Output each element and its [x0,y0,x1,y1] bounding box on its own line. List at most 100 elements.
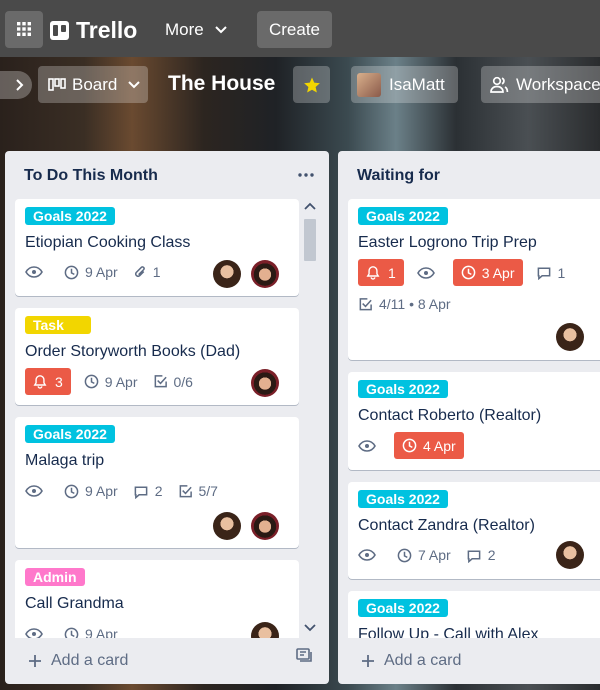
member-avatar[interactable] [556,323,584,351]
board-view-switcher[interactable]: Board [38,66,148,103]
bell-icon [366,266,380,280]
due-date-badge[interactable]: 9 Apr [64,483,118,499]
watching-badge [25,485,49,497]
card[interactable]: Goals 2022 Contact Roberto (Realtor) 4 A… [348,372,600,470]
card-label[interactable]: Task [25,316,91,334]
card-label[interactable]: Goals 2022 [25,207,115,225]
chevron-down-icon [128,80,141,88]
workspace-visibility-button[interactable]: Workspace [481,66,600,103]
card-label[interactable]: Goals 2022 [25,425,115,443]
list-waiting-for: Waiting for Goals 2022 Easter Logrono Tr… [338,151,600,684]
due-date-badge[interactable]: 9 Apr [64,626,118,638]
card-label[interactable]: Goals 2022 [358,380,448,398]
card-title: Call Grandma [25,595,124,612]
card[interactable]: Goals 2022 Contact Zandra (Realtor) 7 Ap… [348,482,600,579]
comments-badge: 2 [466,547,496,563]
attachments-count: 1 [152,264,161,280]
clock-icon [64,484,79,498]
checkbox-icon [154,375,167,388]
notifications-badge[interactable]: 1 [358,259,404,286]
member-avatar[interactable] [251,622,279,638]
list-menu-button[interactable] [297,165,315,183]
card-badges: 1 3 Apr 1 [358,259,580,286]
due-date-badge[interactable]: 7 Apr [397,547,451,563]
eye-icon [358,549,376,561]
comments-count: 1 [557,264,566,281]
board-view-label: Board [72,74,118,94]
template-icon [296,648,312,662]
due-date-badge[interactable]: 9 Apr [64,264,118,280]
chevron-down-icon [215,26,227,34]
notifications-badge[interactable]: 3 [25,368,71,395]
member-avatar[interactable] [556,541,584,569]
add-card-button[interactable]: Add a card [360,652,461,670]
plus-icon [29,655,41,667]
card-list: Goals 2022 Easter Logrono Trip Prep 1 3 … [338,197,600,638]
overdue-date-badge[interactable]: 3 Apr [452,259,523,286]
card[interactable]: Task Order Storyworth Books (Dad) 3 9 Ap… [15,308,299,405]
card[interactable]: Goals 2022 Malaga trip 9 Apr 2 5/7 [15,417,299,548]
clock-icon [461,265,476,280]
comment-icon [134,486,148,499]
card-badges: 3 9 Apr 0/6 [25,368,208,395]
checkbox-icon [359,297,372,310]
clock-icon [84,374,99,389]
card-label[interactable]: Goals 2022 [358,207,448,225]
card[interactable]: Goals 2022 Easter Logrono Trip Prep 1 3 … [348,199,600,360]
clock-icon [402,438,417,453]
card-title: Contact Roberto (Realtor) [358,407,542,424]
add-card-label: Add a card [51,652,129,669]
workspace-member-button[interactable]: IsaMatt [351,66,458,103]
more-menu-button[interactable]: More [165,20,228,40]
due-date-text: 7 Apr [418,547,451,563]
overdue-date-badge[interactable]: 4 Apr [394,432,464,459]
card[interactable]: Admin Call Grandma 9 Apr [15,560,299,638]
clock-icon [397,548,412,562]
eye-icon [25,485,43,497]
list-title[interactable]: Waiting for [357,167,440,185]
create-from-template-button[interactable] [295,647,313,668]
app-switcher-button[interactable] [5,11,43,48]
top-navigation-bar: Trello More Create [0,0,600,57]
paperclip-icon [134,265,145,277]
due-date-badge[interactable]: 9 Apr [84,374,138,390]
list-scrollbar[interactable] [301,197,319,638]
card[interactable]: Goals 2022 Follow Up - Call with Alex [348,591,600,638]
star-board-button[interactable] [293,66,330,103]
bell-icon [33,375,47,389]
card-badges: 9 Apr 1 [25,264,176,280]
due-date-text: 3 Apr [481,264,515,281]
member-avatar[interactable] [213,512,241,540]
board-title[interactable]: The House [168,72,275,96]
card-label[interactable]: Goals 2022 [358,599,448,617]
sidebar-toggle-button[interactable] [0,71,32,99]
member-avatar[interactable] [251,260,279,288]
list-title[interactable]: To Do This Month [24,167,158,185]
scroll-up-icon [304,202,316,210]
watching-badge [358,439,382,452]
member-avatar[interactable] [213,260,241,288]
checklist-dates-text: 4/11 • 8 Apr [379,296,451,312]
due-date-text: 9 Apr [85,483,118,499]
clock-icon [64,265,79,279]
scrollbar-thumb[interactable] [304,219,316,261]
member-avatar[interactable] [251,512,279,540]
card-badges: 7 Apr 2 [358,547,511,563]
watching-badge [25,628,49,638]
trello-logo[interactable]: Trello [50,17,137,44]
eye-icon [25,266,43,278]
chevron-right-icon [16,79,24,91]
checklist-count: 5/7 [198,483,218,499]
card-label[interactable]: Goals 2022 [358,490,448,508]
card-title: Follow Up - Call with Alex [358,626,539,638]
eye-icon [358,439,376,452]
member-avatar[interactable] [251,369,279,397]
add-card-button[interactable]: Add a card [27,652,128,670]
card-label[interactable]: Admin [25,568,85,586]
create-button[interactable]: Create [257,11,332,48]
notifications-count: 1 [388,264,396,281]
comments-count: 2 [487,547,496,563]
notifications-count: 3 [55,373,63,390]
card-list: Goals 2022 Etiopian Cooking Class 9 Apr … [5,197,329,638]
card[interactable]: Goals 2022 Etiopian Cooking Class 9 Apr … [15,199,299,296]
